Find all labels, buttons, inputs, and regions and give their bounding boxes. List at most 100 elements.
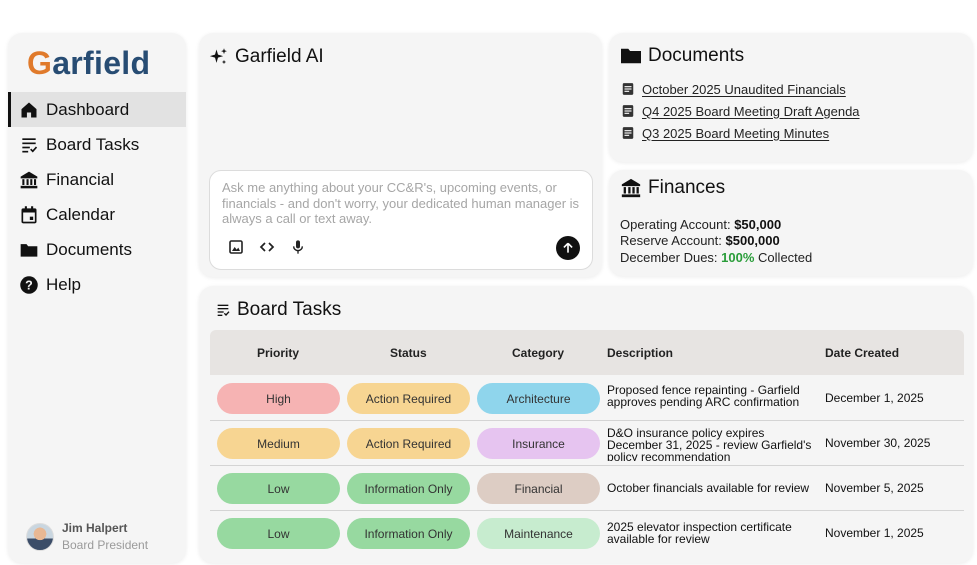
table-row[interactable]: High Action Required Architecture Propos… bbox=[210, 376, 964, 421]
task-date: November 1, 2025 bbox=[825, 526, 924, 540]
task-description: Proposed fence repainting - Garfield app… bbox=[607, 383, 800, 409]
column-header-description[interactable]: Description bbox=[607, 330, 673, 375]
reserve-account-value: $500,000 bbox=[725, 233, 780, 249]
garfield-ai-card: Garfield AI Ask me anything about your C… bbox=[199, 33, 602, 277]
reserve-account-label: Reserve Account: bbox=[620, 233, 722, 249]
user-name: Jim Halpert bbox=[62, 521, 128, 535]
bank-icon bbox=[621, 178, 641, 198]
column-header-status[interactable]: Status bbox=[390, 330, 427, 375]
code-icon[interactable] bbox=[257, 237, 277, 257]
task-date: November 5, 2025 bbox=[825, 481, 924, 495]
documents-title: Documents bbox=[620, 45, 744, 67]
status-badge[interactable]: Information Only bbox=[347, 518, 470, 549]
sidebar-nav: Dashboard Board Tasks Financial Calendar bbox=[8, 92, 186, 302]
document-link[interactable]: October 2025 Unaudited Financials bbox=[621, 78, 860, 100]
finance-summary: Operating Account: $50,000 Reserve Accou… bbox=[620, 217, 812, 266]
document-title[interactable]: October 2025 Unaudited Financials bbox=[642, 82, 846, 97]
folder-icon bbox=[621, 48, 641, 64]
priority-badge[interactable]: Medium bbox=[217, 428, 340, 459]
logo-letter: G bbox=[27, 45, 53, 81]
app: Garfield Dashboard Board Tasks Financial bbox=[0, 0, 977, 565]
sidebar-item-help[interactable]: ? Help bbox=[8, 267, 186, 302]
table-row[interactable]: Low Information Only Financial October f… bbox=[210, 466, 964, 511]
priority-badge[interactable]: Low bbox=[217, 473, 340, 504]
operating-account-label: Operating Account: bbox=[620, 217, 731, 232]
dues-suffix: Collected bbox=[758, 249, 813, 265]
table-header: Priority Status Category Description Dat… bbox=[210, 330, 964, 375]
board-tasks-title: Board Tasks bbox=[215, 299, 341, 321]
sidebar-item-label: Documents bbox=[46, 239, 132, 259]
dues-label: December Dues: bbox=[620, 249, 718, 265]
send-button[interactable] bbox=[556, 236, 580, 260]
document-title[interactable]: Q3 2025 Board Meeting Minutes bbox=[642, 126, 829, 141]
table-row[interactable]: Low Information Only Maintenance 2025 el… bbox=[210, 511, 964, 556]
document-link[interactable]: Q4 2025 Board Meeting Draft Agenda bbox=[621, 100, 860, 122]
ai-input-toolbar bbox=[226, 237, 319, 257]
garfield-ai-title: Garfield AI bbox=[209, 46, 324, 68]
task-date: December 1, 2025 bbox=[825, 391, 924, 405]
bank-icon bbox=[19, 170, 39, 190]
category-badge[interactable]: Insurance bbox=[477, 428, 600, 459]
image-icon[interactable] bbox=[226, 237, 246, 257]
reserve-account-row: Reserve Account: $500,000 bbox=[620, 233, 812, 249]
task-description: October financials available for review bbox=[607, 481, 810, 495]
sidebar-item-dashboard[interactable]: Dashboard bbox=[8, 92, 186, 127]
document-icon bbox=[621, 104, 635, 118]
sidebar-item-label: Board Tasks bbox=[46, 134, 140, 154]
help-icon: ? bbox=[19, 275, 39, 295]
documents-card: Documents October 2025 Unaudited Financi… bbox=[609, 33, 973, 162]
ai-prompt-placeholder[interactable]: Ask me anything about your CC&R's, upcom… bbox=[222, 180, 586, 227]
sidebar-item-label: Financial bbox=[46, 169, 115, 189]
column-header-date-created[interactable]: Date Created bbox=[825, 330, 899, 375]
task-date: November 30, 2025 bbox=[825, 436, 931, 450]
document-title[interactable]: Q4 2025 Board Meeting Draft Agenda bbox=[642, 104, 860, 119]
user-role: Board President bbox=[62, 538, 149, 552]
finances-card: Finances Operating Account: $50,000 Rese… bbox=[609, 170, 973, 276]
card-title-text: Garfield AI bbox=[235, 46, 324, 67]
category-badge[interactable]: Financial bbox=[477, 473, 600, 504]
dues-row: December Dues: 100% Collected bbox=[620, 250, 812, 266]
sidebar-item-label: Dashboard bbox=[46, 99, 130, 119]
table-row[interactable]: Medium Action Required Insurance D&O ins… bbox=[210, 421, 964, 466]
card-title-text: Finances bbox=[648, 177, 726, 198]
folder-icon bbox=[19, 240, 39, 260]
document-icon bbox=[621, 126, 635, 140]
ai-prompt-input[interactable]: Ask me anything about your CC&R's, upcom… bbox=[209, 170, 593, 270]
tasks-icon bbox=[217, 304, 230, 316]
sidebar-item-financial[interactable]: Financial bbox=[8, 162, 186, 197]
status-badge[interactable]: Information Only bbox=[347, 473, 470, 504]
home-icon bbox=[19, 100, 39, 120]
microphone-icon[interactable] bbox=[288, 237, 308, 257]
sidebar-item-board-tasks[interactable]: Board Tasks bbox=[8, 127, 186, 162]
operating-account-row: Operating Account: $50,000 bbox=[620, 217, 812, 233]
sparkles-icon bbox=[209, 48, 227, 65]
document-link[interactable]: Q3 2025 Board Meeting Minutes bbox=[621, 122, 860, 144]
svg-text:?: ? bbox=[25, 278, 33, 292]
garfield-logo[interactable]: Garfield bbox=[27, 45, 150, 82]
avatar bbox=[26, 522, 54, 551]
finances-title: Finances bbox=[620, 177, 725, 199]
task-description: 2025 elevator inspection certificate ava… bbox=[607, 520, 792, 546]
status-badge[interactable]: Action Required bbox=[347, 383, 470, 414]
priority-badge[interactable]: Low bbox=[217, 518, 340, 549]
category-badge[interactable]: Maintenance bbox=[477, 518, 600, 549]
priority-badge[interactable]: High bbox=[217, 383, 340, 414]
card-title-text: Board Tasks bbox=[237, 299, 342, 320]
task-description: D&O insurance policy expires December 31… bbox=[607, 427, 812, 461]
sidebar-item-documents[interactable]: Documents bbox=[8, 232, 186, 267]
column-header-category[interactable]: Category bbox=[512, 330, 564, 375]
calendar-icon bbox=[19, 205, 39, 225]
status-badge[interactable]: Action Required bbox=[347, 428, 470, 459]
operating-account-value: $50,000 bbox=[734, 217, 782, 232]
arrow-up-icon bbox=[563, 242, 573, 253]
sidebar-item-calendar[interactable]: Calendar bbox=[8, 197, 186, 232]
sidebar: Garfield Dashboard Board Tasks Financial bbox=[8, 33, 186, 563]
logo-text: arfield bbox=[52, 45, 151, 81]
user-profile[interactable]: Jim Halpert Board President bbox=[26, 521, 148, 552]
card-title-text: Documents bbox=[648, 45, 745, 66]
category-badge[interactable]: Architecture bbox=[477, 383, 600, 414]
column-header-priority[interactable]: Priority bbox=[257, 330, 299, 375]
tasks-icon bbox=[19, 135, 39, 155]
sidebar-item-label: Help bbox=[46, 274, 81, 294]
document-list: October 2025 Unaudited Financials Q4 202… bbox=[621, 78, 860, 144]
